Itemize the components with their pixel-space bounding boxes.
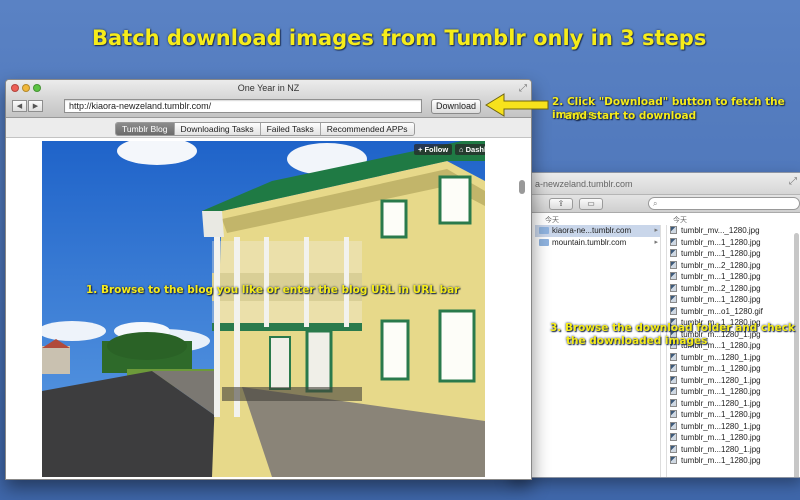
column-header-date: 今天 <box>673 217 687 224</box>
image-file-icon <box>670 295 677 303</box>
file-item[interactable]: tumblr_m...1_1280.jpg <box>667 248 790 260</box>
tab-downloading-tasks[interactable]: Downloading Tasks <box>174 123 261 135</box>
tab-tumblr-blog[interactable]: Tumblr Blog <box>116 123 175 135</box>
photo-house-image <box>42 141 485 477</box>
folder-icon <box>539 227 549 234</box>
url-input[interactable] <box>64 99 422 113</box>
file-item[interactable]: tumblr_m...1_1280.jpg <box>667 432 790 444</box>
file-item[interactable]: tumblr_m...1_1280.jpg <box>667 237 790 249</box>
file-item[interactable]: tumblr_m...1280_1.jpg <box>667 444 790 456</box>
file-item[interactable]: tumblr_m...1280_1.jpg <box>667 421 790 433</box>
image-file-icon <box>670 306 677 315</box>
file-item[interactable]: tumblr_m...1280_1.jpg <box>667 398 790 410</box>
file-item[interactable]: tumblr_m...1280_1.jpg <box>667 352 790 364</box>
window-title: One Year in NZ <box>237 83 300 93</box>
finder-title-bar: a-newzeland.tumblr.com ⤢ <box>511 173 800 195</box>
close-icon[interactable] <box>11 84 19 92</box>
chevron-right-icon: ▸ <box>654 227 658 234</box>
scrollbar-thumb[interactable] <box>519 180 525 194</box>
main-window: One Year in NZ ⤢ ◀ ▶ Download Tumblr Blo… <box>5 79 532 480</box>
headline: Batch download images from Tumblr only i… <box>92 26 707 50</box>
back-button[interactable]: ◀ <box>12 100 27 112</box>
dashboard-button[interactable]: ⌂ Dashboard <box>455 144 485 155</box>
folder-item[interactable]: mountain.tumblr.com ▸ <box>535 237 660 249</box>
tag-icon[interactable]: ▭ <box>579 198 603 210</box>
forward-button[interactable]: ▶ <box>28 100 43 112</box>
image-file-icon <box>670 283 677 292</box>
file-item[interactable]: tumblr_m...1_1280.jpg <box>667 386 790 398</box>
toolbar: ◀ ▶ Download <box>6 96 531 118</box>
folder-item[interactable]: kiaora-ne...tumblr.com ▸ <box>535 225 660 237</box>
column-header-date: 今天 <box>545 217 559 224</box>
image-file-icon <box>670 272 677 280</box>
image-file-icon <box>670 226 677 234</box>
tab-recommended-apps[interactable]: Recommended APPs <box>320 123 414 135</box>
step2-callout-line2: and start to download <box>565 110 697 122</box>
folder-icon <box>539 239 549 246</box>
expand-icon[interactable]: ⤢ <box>789 176 797 187</box>
image-file-icon <box>670 352 677 361</box>
chevron-right-icon: ▸ <box>654 239 658 246</box>
image-file-icon <box>670 444 677 453</box>
file-item[interactable]: tumblr_m...1_1280.jpg <box>667 363 790 375</box>
minimize-icon[interactable] <box>22 84 30 92</box>
finder-toolbar: ▾ ⇪ ▭ ⌕ <box>511 195 800 213</box>
scrollbar[interactable] <box>794 233 799 477</box>
web-content: + Follow ⌂ Dashboard <box>6 139 531 479</box>
image-file-icon <box>670 398 677 407</box>
image-file-icon <box>670 456 677 464</box>
image-file-icon <box>670 237 677 246</box>
file-item[interactable]: tumblr_mv..._1280.jpg <box>667 225 790 237</box>
image-file-icon <box>670 249 677 257</box>
finder-search-field[interactable]: ⌕ <box>648 197 800 210</box>
step3-callout: 3. Browse the download folder and check <box>550 322 795 334</box>
file-item[interactable]: tumblr_m...1_1280.jpg <box>667 271 790 283</box>
image-file-icon <box>670 260 677 269</box>
image-file-icon <box>670 364 677 372</box>
image-file-icon <box>670 421 677 430</box>
follow-button[interactable]: + Follow <box>414 144 453 155</box>
step1-callout: 1. Browse to the blog you like or enter … <box>86 284 460 296</box>
tab-bar: Tumblr Blog Downloading Tasks Failed Tas… <box>6 118 531 138</box>
image-file-icon <box>670 375 677 384</box>
image-file-icon <box>670 410 677 418</box>
file-column: tumblr_mv..._1280.jpg tumblr_m...1_1280.j… <box>666 225 790 477</box>
image-file-icon <box>670 433 677 441</box>
file-item[interactable]: tumblr_m...1_1280.jpg <box>667 409 790 421</box>
finder-title: a-newzeland.tumblr.com <box>535 179 633 189</box>
file-item[interactable]: tumblr_m...1280_1.jpg <box>667 375 790 387</box>
title-bar: One Year in NZ ⤢ <box>6 80 531 96</box>
file-item[interactable]: tumblr_m...1_1280.jpg <box>667 455 790 467</box>
zoom-icon[interactable] <box>33 84 41 92</box>
step3-callout-line2: the downloaded images <box>566 335 708 347</box>
download-button[interactable]: Download <box>431 99 481 114</box>
image-file-icon <box>670 387 677 395</box>
file-item[interactable]: tumblr_m...o1_1280.gif <box>667 306 790 318</box>
share-icon[interactable]: ⇪ <box>549 198 573 210</box>
file-item[interactable]: tumblr_m...1_1280.jpg <box>667 294 790 306</box>
blog-photo: + Follow ⌂ Dashboard <box>42 141 485 477</box>
arrow-icon <box>485 93 549 117</box>
file-item[interactable]: tumblr_m...2_1280.jpg <box>667 283 790 295</box>
file-item[interactable]: tumblr_m...2_1280.jpg <box>667 260 790 272</box>
folder-column: kiaora-ne...tumblr.com ▸ mountain.tumblr.… <box>535 225 661 477</box>
tab-failed-tasks[interactable]: Failed Tasks <box>260 123 321 135</box>
